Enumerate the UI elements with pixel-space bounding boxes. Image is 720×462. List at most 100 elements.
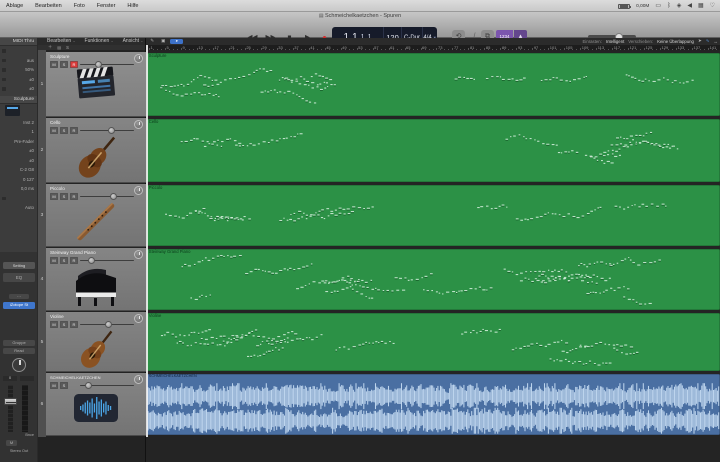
track-name[interactable]: Piccolo <box>50 186 65 191</box>
ruler-bar-label: 13 <box>198 44 203 50</box>
mission-control-icon[interactable]: ▦ <box>698 0 704 12</box>
track-parameter-row[interactable]: Auto <box>0 203 37 213</box>
insert-slot-button[interactable]: ⋯ <box>9 294 29 299</box>
track-name[interactable]: Cello <box>50 120 60 125</box>
eq-button[interactable]: EQ <box>3 273 35 282</box>
track-parameter-row[interactable]: Pre-Fader <box>0 137 37 147</box>
track-pan-knob[interactable] <box>134 375 143 384</box>
midi-region[interactable]: Violine <box>146 312 720 371</box>
midi-region[interactable]: Sculpture <box>146 52 720 116</box>
volume-icon[interactable]: ◀ <box>687 0 692 12</box>
region-parameter-row[interactable]: 50% <box>0 65 37 75</box>
track-volume-knob[interactable] <box>88 256 95 264</box>
ruler-bar-label: 65 <box>406 44 411 50</box>
ruler-bar-label: 9 <box>182 44 185 50</box>
midi-region[interactable]: Cello <box>146 118 720 182</box>
record-arm-button[interactable]: R <box>70 256 78 264</box>
playhead[interactable] <box>146 44 148 437</box>
track-parameter-row[interactable]: 0,0 ms <box>0 184 37 194</box>
track-parameter-row[interactable]: Inst 2 <box>0 118 37 128</box>
setting-button[interactable]: Setting <box>3 262 35 269</box>
siri-icon[interactable]: ◈ <box>677 0 682 12</box>
volume-fader-handle[interactable] <box>4 398 17 405</box>
menubar-item-bearbeiten[interactable]: Bearbeiten <box>29 3 68 9</box>
solo-button[interactable]: S <box>60 381 68 389</box>
track-header-1[interactable]: Sculpture M S R <box>46 52 146 117</box>
menubar-item-hilfe[interactable]: Hilfe <box>121 3 144 9</box>
menubar-item-foto[interactable]: Foto <box>68 3 91 9</box>
tool-menu-button[interactable]: ➤ <box>170 38 184 44</box>
track-pan-knob[interactable] <box>134 54 143 63</box>
parameter-checkbox[interactable] <box>2 87 6 91</box>
track-name[interactable]: SCHMEICHELKAETZCHEN <box>50 375 100 380</box>
track-header-5[interactable]: Violine M S R <box>46 312 146 372</box>
track-icon-thumbnail[interactable] <box>0 104 37 118</box>
parameter-checkbox[interactable] <box>2 68 6 72</box>
region-parameter-row[interactable]: aus <box>0 56 37 66</box>
track-inspector-title[interactable]: Sculpture <box>0 95 37 104</box>
track-header-4[interactable]: Steinway Grand Piano M S R <box>46 248 146 311</box>
pan-value[interactable]: 0 <box>3 376 17 381</box>
region-inspector-title[interactable]: MIDI Thru <box>0 38 37 46</box>
automation-mode-button[interactable]: Read <box>3 348 35 354</box>
snap-menu[interactable]: Intelligent <box>606 39 624 44</box>
add-track-button[interactable]: ＋ <box>48 44 52 50</box>
mute-button[interactable]: M <box>50 256 58 264</box>
track-volume-knob[interactable] <box>85 381 92 389</box>
waveform-zoom-icon[interactable]: ∿ <box>706 38 710 44</box>
auto-zoom-icon[interactable]: ↔ <box>714 39 719 44</box>
track-parameter-row[interactable]: ±0 <box>0 156 37 166</box>
global-solo-button[interactable]: S <box>66 45 69 50</box>
toolbar-menu-ansicht[interactable]: Ansicht ⌄ <box>123 38 144 44</box>
menubar-item-ablage[interactable]: Ablage <box>0 3 29 9</box>
marquee-tool-icon[interactable]: ▣ <box>161 38 165 44</box>
gain-value[interactable] <box>20 376 34 381</box>
pan-knob[interactable] <box>12 358 26 372</box>
track-parameter-row[interactable]: C-2 G8 <box>0 165 37 175</box>
parameter-checkbox[interactable] <box>2 77 6 81</box>
ruler-bar-label: 125 <box>645 44 653 50</box>
solo-button[interactable]: S <box>60 256 68 264</box>
track-pan-knob[interactable] <box>134 250 143 259</box>
track-header-3[interactable]: Piccolo M S R <box>46 184 146 247</box>
parameter-checkbox[interactable] <box>2 196 6 200</box>
catch-playhead-icon[interactable]: ➤ <box>698 38 702 44</box>
duplicate-track-icon[interactable]: ▤ <box>57 45 61 50</box>
group-button[interactable]: Gruppe <box>3 340 35 346</box>
bounce-label[interactable]: Bnce <box>0 433 37 437</box>
track-pan-knob[interactable] <box>134 120 143 129</box>
track-parameter-row[interactable]: 1 <box>0 127 37 137</box>
track-parameter-row[interactable]: 0 127 <box>0 175 37 185</box>
midi-region[interactable]: Piccolo <box>146 184 720 246</box>
pencil-tool-icon[interactable]: ✎ <box>150 38 154 44</box>
bluetooth-icon[interactable]: ᛒ <box>667 0 671 12</box>
toolbar-menu-funktionen[interactable]: Funktionen ⌄ <box>85 38 114 44</box>
spotlight-icon[interactable]: ♡ <box>710 0 715 12</box>
ruler-bar-label: 137 <box>693 44 701 50</box>
track-parameter-row[interactable]: ±0 <box>0 146 37 156</box>
volume-fader-track[interactable] <box>8 385 13 432</box>
menubar-item-fenster[interactable]: Fenster <box>91 3 122 9</box>
track-pan-knob[interactable] <box>134 186 143 195</box>
track-name[interactable]: Violine <box>50 314 64 319</box>
track-header-2[interactable]: Cello M S R <box>46 118 146 183</box>
track-parameter-row[interactable] <box>0 194 37 204</box>
plugin-insert-button[interactable]: iZotope St <box>3 302 35 309</box>
region-parameter-row[interactable]: ±0 <box>0 84 37 94</box>
midi-region[interactable]: Steinway Grand Piano <box>146 248 720 310</box>
track-name[interactable]: Sculpture <box>50 54 69 59</box>
track-header-6[interactable]: SCHMEICHELKAETZCHEN M S <box>46 373 146 436</box>
region-parameter-row[interactable]: ±0 <box>0 75 37 85</box>
parameter-checkbox[interactable] <box>2 49 6 53</box>
mute-button[interactable]: M <box>6 440 17 446</box>
parameter-checkbox[interactable] <box>2 58 6 62</box>
track-name[interactable]: Steinway Grand Piano <box>50 250 96 255</box>
display-icon[interactable]: ▭ <box>655 0 661 12</box>
audio-region[interactable]: SCHMEICHELKAETZCHEN <box>146 373 720 435</box>
ruler-bar-label: 97 <box>533 44 539 50</box>
snap-label: Einrasten: <box>582 38 602 44</box>
battery-icon[interactable] <box>618 3 632 9</box>
region-parameter-row[interactable] <box>0 46 37 56</box>
mute-button[interactable]: M <box>50 381 58 389</box>
drag-menu[interactable]: Keine Überlappung <box>657 39 694 44</box>
